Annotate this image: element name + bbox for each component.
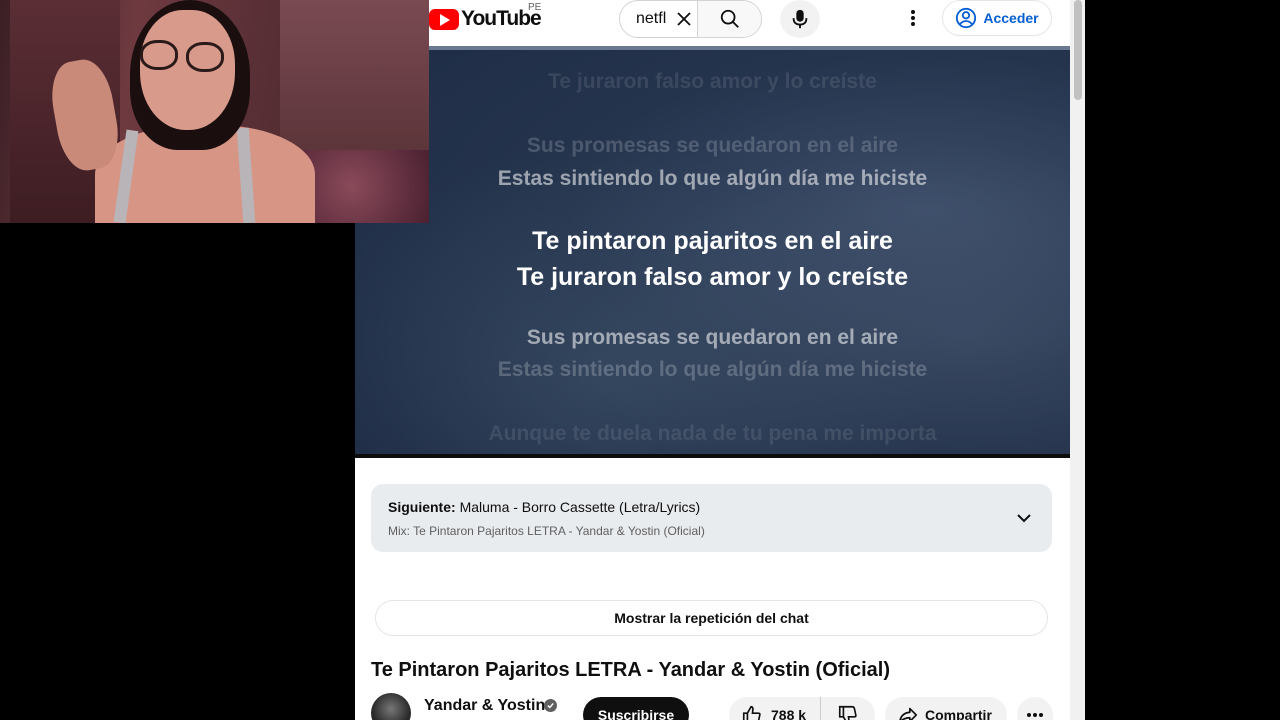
like-dislike-group: 788 k [729, 697, 875, 720]
more-actions-button[interactable] [1017, 697, 1053, 720]
webcam-person-face [140, 10, 235, 130]
signin-button[interactable]: Acceder [942, 0, 1052, 36]
dislike-button[interactable] [821, 697, 875, 720]
thumbs-up-icon [742, 705, 761, 720]
verified-icon [544, 699, 557, 712]
vertical-dots-icon [911, 10, 915, 26]
channel-avatar[interactable] [371, 693, 411, 720]
video-title: Te Pintaron Pajaritos LETRA - Yandar & Y… [371, 659, 890, 681]
microphone-icon [792, 9, 808, 29]
channel-name[interactable]: Yandar & Yostin [424, 697, 545, 715]
lyric-line-current: Te pintaron pajaritos en el aire [532, 227, 893, 255]
video-player[interactable]: Te juraron falso amor y lo creíste Sus p… [355, 46, 1070, 458]
lyric-line-next: Sus promesas se quedaron en el aire [526, 326, 899, 349]
share-button[interactable]: Compartir [885, 697, 1007, 720]
search-button[interactable] [697, 1, 761, 37]
webcam-background-wall [280, 0, 429, 160]
search-box[interactable]: netfl [619, 0, 762, 38]
country-code: PE [528, 2, 542, 13]
lyric-line-faint: Estas sintiendo lo que algún día me hici… [497, 358, 928, 381]
lyric-line-previous: Estas sintiendo lo que algún día me hici… [497, 167, 928, 190]
up-next-mix: Mix: Te Pintaron Pajaritos LETRA - Yanda… [388, 524, 705, 538]
lyric-line-faint: Aunque te duela nada de tu pena me impor… [488, 422, 937, 445]
search-input[interactable]: netfl [620, 10, 670, 28]
scrollbar-thumb[interactable] [1074, 0, 1082, 100]
account-icon [956, 7, 977, 29]
share-label: Compartir [925, 707, 992, 720]
webcam-person-glasses [140, 40, 178, 70]
subscribe-button[interactable]: Suscribirse [583, 697, 689, 720]
webcam-person-glasses [186, 42, 224, 72]
settings-more-button[interactable] [901, 6, 925, 30]
show-chat-replay-button[interactable]: Mostrar la repetición del chat [375, 600, 1048, 636]
webcam-background-pillow [300, 150, 429, 223]
webcam-overlay [0, 0, 429, 223]
horizontal-dots-icon [1027, 713, 1043, 717]
signin-label: Acceder [983, 10, 1039, 26]
like-count: 788 k [771, 707, 807, 720]
up-next-title: Siguiente: Maluma - Borro Cassette (Letr… [388, 499, 700, 515]
lyric-line-faint: Te juraron falso amor y lo creíste [548, 70, 877, 93]
thumbs-down-icon [838, 705, 857, 720]
lyric-line-faint: Sus promesas se quedaron en el aire [526, 134, 899, 157]
chevron-down-icon[interactable] [1014, 508, 1034, 528]
lyric-line-current: Te juraron falso amor y lo creíste [516, 263, 909, 291]
up-next-prefix: Siguiente: [388, 499, 456, 515]
youtube-logo[interactable]: YouTube [429, 6, 542, 32]
up-next-panel[interactable]: Siguiente: Maluma - Borro Cassette (Letr… [371, 484, 1052, 552]
search-icon [720, 9, 739, 28]
page-scrollbar[interactable] [1070, 0, 1085, 720]
clear-search-icon[interactable] [672, 7, 696, 31]
voice-search-button[interactable] [780, 0, 820, 38]
masthead: YouTube PE netfl Acceder [355, 0, 1085, 46]
like-button[interactable]: 788 k [729, 697, 821, 720]
up-next-video-title: Maluma - Borro Cassette (Letra/Lyrics) [459, 499, 701, 515]
video-top-edge [355, 46, 1070, 50]
video-bottom-edge [355, 454, 1070, 458]
youtube-play-icon [429, 8, 459, 30]
youtube-page: YouTube PE netfl Acceder Te juraron fals… [355, 0, 1085, 720]
share-icon [899, 707, 918, 720]
